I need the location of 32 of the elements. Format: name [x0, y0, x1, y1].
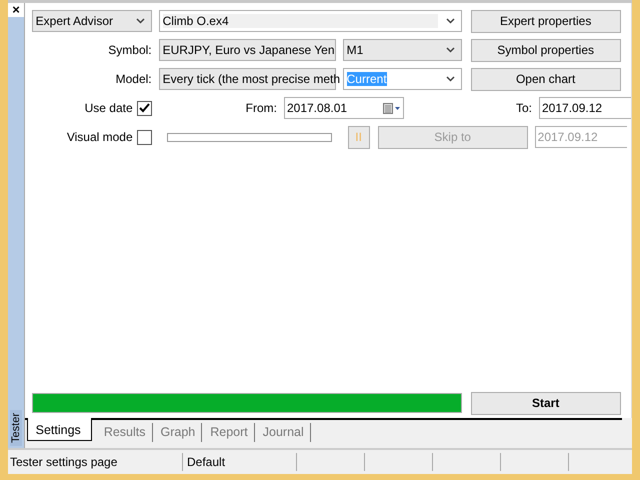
properties-button[interactable]: Symbol properties: [470, 38, 621, 62]
tab[interactable]: Settings: [26, 418, 92, 441]
tab[interactable]: Results: [96, 423, 152, 442]
date-picker[interactable]: 2017.08.01: [284, 97, 404, 119]
open-chart-button[interactable]: Open chart: [470, 68, 621, 90]
checkbox[interactable]: [136, 130, 152, 144]
date-field[interactable]: 2017.09.12: [539, 97, 631, 119]
caret-icon: [136, 18, 145, 24]
field-label: To:: [516, 101, 532, 115]
tab[interactable]: Graph: [152, 423, 202, 442]
status-text: Default: [183, 453, 297, 471]
field-label: Model:: [114, 72, 152, 86]
field-label: Symbol:: [107, 43, 152, 57]
file-dropdown[interactable]: Climb O.ex4: [158, 10, 462, 32]
tab[interactable]: Report: [202, 423, 255, 442]
checkbox[interactable]: [136, 100, 152, 116]
tab[interactable]: Journal: [254, 423, 311, 442]
caret-icon: [446, 76, 455, 82]
period-dropdown[interactable]: M1: [342, 39, 462, 61]
checkbox-label: Use date: [84, 101, 133, 115]
symbol-dropdown[interactable]: EURJPY, Euro vs Japanese Yen: [158, 39, 336, 61]
slider-track[interactable]: [166, 132, 332, 142]
calendar-icon: [382, 102, 401, 114]
start-button[interactable]: Start: [470, 392, 621, 414]
properties-button[interactable]: Expert properties: [470, 10, 621, 32]
status-text: Tester settings page: [8, 453, 183, 471]
program-type-dropdown[interactable]: Expert Advisor: [32, 10, 152, 32]
panel-title: Tester: [10, 410, 22, 446]
checkbox-label: Visual mode: [66, 130, 133, 144]
field-label: From:: [246, 101, 277, 115]
caret-icon: [446, 18, 455, 24]
caret-icon: [446, 47, 455, 53]
